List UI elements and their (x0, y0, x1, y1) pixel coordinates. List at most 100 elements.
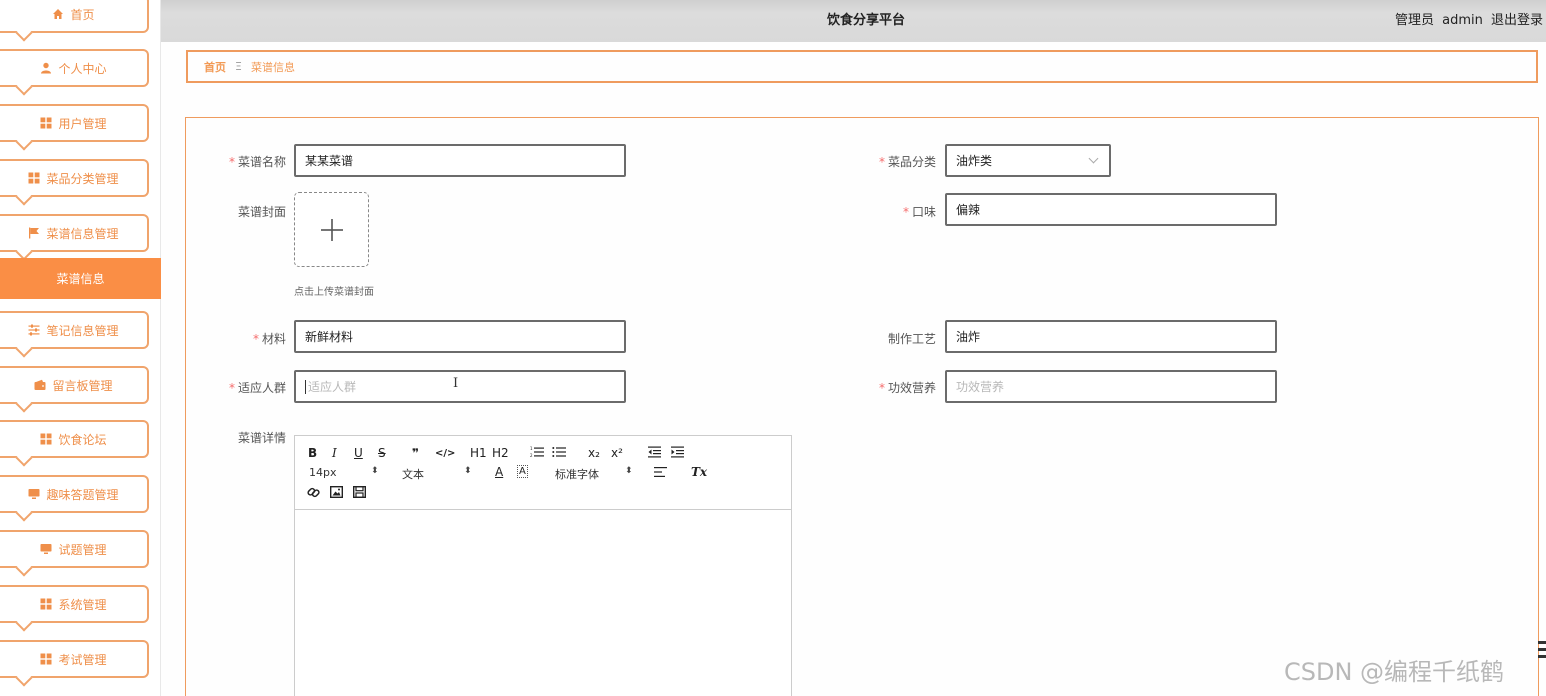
sidebar-item-label: 菜谱信息管理 (46, 226, 119, 241)
sidebar-item-label: 笔记信息管理 (46, 323, 119, 338)
recipe-form: * 菜谱名称 某某菜谱 * 菜品分类 油炸类 菜谱封面 点击上传菜谱封面 * 口味 偏… (185, 117, 1539, 696)
editor-toolbar: B I U S ❞ </> H1 H2 12 x₂ x² 14px ⬍ 文本 ⬍… (295, 436, 791, 510)
grid-icon (40, 433, 52, 445)
monitor-icon (40, 543, 52, 555)
ibeam-cursor-icon: I (453, 376, 459, 391)
user-icon (40, 62, 52, 74)
edge-mark (1538, 641, 1546, 663)
font-color-button[interactable]: A (495, 465, 503, 479)
grid-icon (28, 172, 40, 184)
text-cursor (305, 379, 306, 394)
underline-button[interactable]: U (354, 446, 363, 460)
sidebar-item-label: 首页 (70, 7, 95, 22)
bullet-list-icon[interactable] (552, 446, 566, 461)
video-icon[interactable] (352, 485, 367, 501)
rich-text-editor: B I U S ❞ </> H1 H2 12 x₂ x² 14px ⬍ 文本 ⬍… (294, 435, 792, 696)
h1-button[interactable]: H1 (470, 446, 487, 460)
home-icon (52, 8, 64, 20)
font-size-select[interactable]: 14px ⬍ (309, 466, 379, 480)
quote-button[interactable]: ❞ (412, 446, 419, 460)
audience-input[interactable]: 适应人群 (294, 370, 626, 403)
site-title: 饮食分享平台 (827, 13, 906, 28)
outdent-icon[interactable] (648, 446, 661, 461)
grid-icon (40, 598, 52, 610)
cover-label: 菜谱封面 (237, 205, 286, 219)
align-icon[interactable] (654, 466, 667, 481)
details-label: 菜谱详情 (237, 431, 286, 445)
technique-input[interactable]: 油炸 (945, 320, 1277, 353)
italic-button[interactable]: I (332, 446, 337, 460)
svg-text:2: 2 (530, 453, 533, 458)
sidebar-item-label: 系统管理 (58, 597, 107, 612)
category-value: 油炸类 (956, 154, 993, 168)
audience-label: * 适应人群 (228, 381, 286, 395)
sidebar-item-users[interactable]: 用户管理 (0, 104, 149, 151)
editor-content-area[interactable] (295, 510, 791, 696)
font-size-value: 14px (309, 466, 337, 479)
sidebar-item-label: 菜品分类管理 (46, 171, 119, 186)
clear-format-button[interactable]: Tx (691, 465, 707, 479)
category-select[interactable]: 油炸类 (945, 144, 1111, 177)
nutrition-input[interactable]: 功效营养 (945, 370, 1277, 403)
logout-link[interactable]: 退出登录 (1491, 13, 1543, 28)
sidebar-item-recipe-management[interactable]: 菜谱信息管理 (0, 214, 149, 261)
image-icon[interactable] (329, 485, 344, 501)
sidebar-item-label: 饮食论坛 (58, 432, 107, 447)
taste-label: * 口味 (902, 205, 936, 219)
sliders-icon (28, 324, 40, 336)
taste-input[interactable]: 偏辣 (945, 193, 1277, 226)
breadcrumb: 首页 Ξ 菜谱信息 (186, 50, 1538, 83)
indent-icon[interactable] (671, 446, 684, 461)
top-bar: 饮食分享平台 管理员 admin 退出登录 (161, 0, 1546, 42)
recipe-name-input[interactable]: 某某菜谱 (294, 144, 626, 177)
cover-upload-button[interactable] (294, 192, 369, 267)
font-family-value: 标准字体 (555, 468, 599, 481)
ordered-list-icon[interactable]: 12 (530, 446, 544, 461)
svg-text:1: 1 (530, 446, 533, 451)
grid-icon (40, 653, 52, 665)
sidebar-item-message-board[interactable]: 留言板管理 (0, 366, 149, 413)
audience-placeholder: 适应人群 (308, 380, 357, 394)
username: admin (1442, 13, 1483, 28)
monitor-icon (28, 488, 40, 500)
link-icon[interactable] (307, 486, 320, 502)
sidebar-item-label: 趣味答题管理 (46, 487, 119, 502)
technique-label: 制作工艺 (887, 332, 936, 346)
sidebar-item-label: 用户管理 (58, 116, 107, 131)
superscript-button[interactable]: x² (611, 446, 623, 460)
sidebar-item-exam[interactable]: 考试管理 (0, 640, 149, 687)
h2-button[interactable]: H2 (492, 446, 509, 460)
sidebar-item-notes[interactable]: 笔记信息管理 (0, 311, 149, 358)
category-label: * 菜品分类 (878, 155, 936, 169)
sidebar-item-quiz[interactable]: 趣味答题管理 (0, 475, 149, 522)
sidebar-item-system[interactable]: 系统管理 (0, 585, 149, 632)
sidebar-item-recipe-info[interactable]: 菜谱信息 (0, 258, 161, 299)
font-family-select[interactable]: 标准字体 ⬍ (555, 466, 635, 481)
nutrition-label: * 功效营养 (878, 381, 936, 395)
watermark: CSDN @编程千纸鹤 (1284, 658, 1505, 686)
sidebar-item-forum[interactable]: 饮食论坛 (0, 420, 149, 467)
select-arrows-icon: ⬍ (371, 466, 379, 476)
subscript-button[interactable]: x₂ (588, 446, 600, 460)
chevron-down-icon (1088, 153, 1099, 164)
user-role: 管理员 (1394, 13, 1434, 28)
sidebar-item-home[interactable]: 首页 (0, 0, 149, 42)
code-button[interactable]: </> (435, 447, 455, 461)
breadcrumb-separator: Ξ (235, 60, 242, 73)
sidebar-item-dish-category[interactable]: 菜品分类管理 (0, 159, 149, 206)
header-select-value: 文本 (402, 468, 424, 481)
strike-button[interactable]: S (378, 446, 386, 460)
cover-upload-hint: 点击上传菜谱封面 (294, 287, 374, 298)
breadcrumb-home[interactable]: 首页 (204, 59, 226, 75)
ingredients-label: * 材料 (252, 332, 286, 346)
sidebar-item-questions[interactable]: 试题管理 (0, 530, 149, 577)
ingredients-input[interactable]: 新鲜材料 (294, 320, 626, 353)
breadcrumb-current: 菜谱信息 (250, 60, 295, 74)
header-select[interactable]: 文本 ⬍ (402, 466, 472, 481)
sidebar-item-label: 个人中心 (58, 61, 107, 76)
background-color-button[interactable]: A (517, 465, 528, 478)
sidebar-item-label: 试题管理 (58, 542, 107, 557)
bold-button[interactable]: B (308, 446, 317, 460)
sidebar-item-profile[interactable]: 个人中心 (0, 49, 149, 96)
select-arrows-icon: ⬍ (625, 466, 633, 476)
